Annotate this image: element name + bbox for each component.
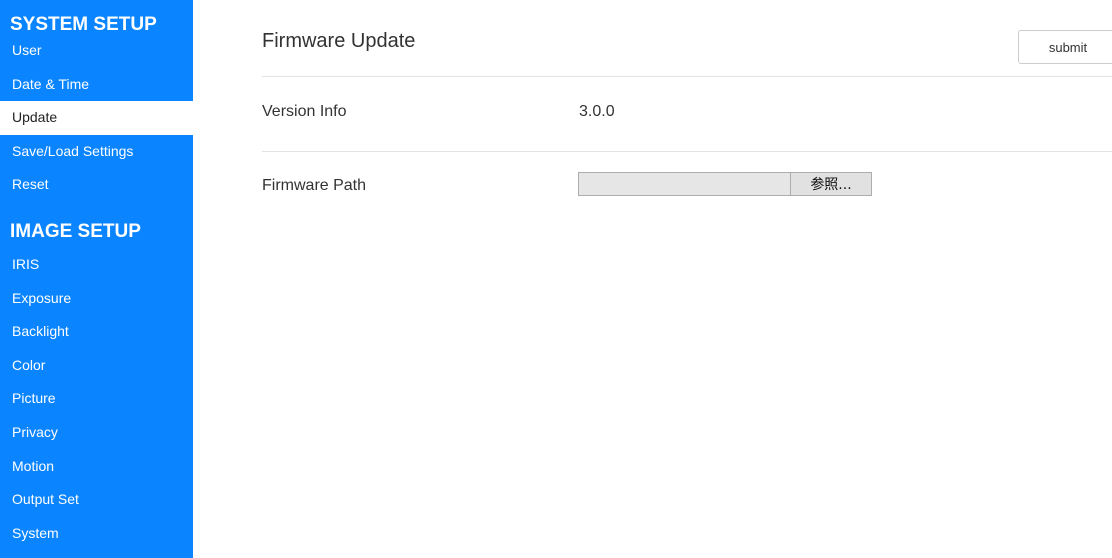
sidebar-item-user[interactable]: User xyxy=(0,34,193,68)
sidebar-item-date-time[interactable]: Date & Time xyxy=(0,68,193,102)
submit-button[interactable]: submit xyxy=(1018,30,1112,64)
sidebar-item-exposure[interactable]: Exposure xyxy=(0,282,193,316)
main-content: Firmware Update submit Version Info 3.0.… xyxy=(262,0,1112,558)
sidebar-section-system-setup: SYSTEM SETUP xyxy=(10,14,157,35)
row-divider xyxy=(262,151,1112,152)
firmware-file-input: 参照... xyxy=(578,172,872,196)
version-info-value: 3.0.0 xyxy=(579,103,615,120)
sidebar-item-privacy[interactable]: Privacy xyxy=(0,416,193,450)
title-divider xyxy=(262,76,1112,77)
sidebar-item-system[interactable]: System xyxy=(0,517,193,551)
sidebar-section-image-setup: IMAGE SETUP xyxy=(10,220,141,242)
version-info-label: Version Info xyxy=(262,103,347,120)
firmware-path-label: Firmware Path xyxy=(262,177,367,194)
sidebar-item-backlight[interactable]: Backlight xyxy=(0,315,193,349)
sidebar-item-picture[interactable]: Picture xyxy=(0,382,193,416)
page-title: Firmware Update xyxy=(262,30,416,52)
sidebar: SYSTEM SETUP User Date & Time Update Sav… xyxy=(0,0,193,558)
sidebar-item-iris[interactable]: IRIS xyxy=(0,248,193,282)
sidebar-item-motion[interactable]: Motion xyxy=(0,450,193,484)
sidebar-item-update[interactable]: Update xyxy=(0,101,193,135)
firmware-path-field[interactable] xyxy=(579,173,791,195)
sidebar-item-save-load-settings[interactable]: Save/Load Settings xyxy=(0,135,193,169)
sidebar-item-output-set[interactable]: Output Set xyxy=(0,483,193,517)
browse-button[interactable]: 参照... xyxy=(791,173,871,195)
sidebar-item-reset[interactable]: Reset xyxy=(0,168,193,202)
sidebar-item-color[interactable]: Color xyxy=(0,349,193,383)
